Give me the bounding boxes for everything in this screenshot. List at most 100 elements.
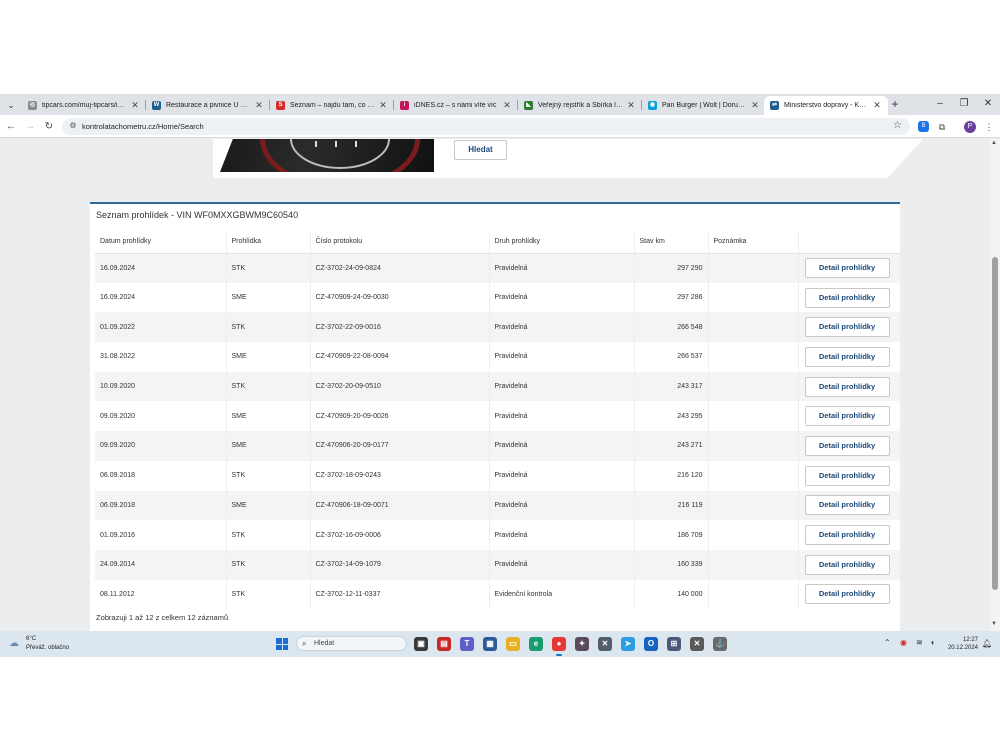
detail-button[interactable]: Detail prohlídky [804,435,890,456]
search-icon: ⌕ [302,639,307,648]
table-row: 16.09.2024 SME CZ-470909-24-09-0030 Pravide… [95,282,901,313]
cell-protocol: CZ-3702-16-09-0006 [310,520,490,550]
profile-avatar[interactable]: P [964,121,976,133]
cell-date: 08.11.2012 [95,579,227,610]
store-icon[interactable]: ▦ [483,637,497,651]
close-icon[interactable]: ✕ [254,100,264,111]
detail-button[interactable]: Detail prohlídky [804,584,890,605]
cell-action: Detail prohlídky [798,579,901,610]
scroll-down-icon[interactable]: ▼ [991,621,997,627]
detail-button[interactable]: Detail prohlídky [804,406,890,427]
plus-icon[interactable]: + [888,97,902,111]
detail-button[interactable]: Detail prohlídky [804,376,890,397]
cell-inspection: SME [226,490,311,521]
edge-icon[interactable]: e [529,637,543,651]
detail-button[interactable]: Detail prohlídky [804,525,890,546]
search-button[interactable]: Hledat [454,140,507,160]
cell-inspection: STK [226,460,311,491]
minimize-icon[interactable]: – [930,97,950,111]
cell-protocol: CZ-470909-24-09-0030 [310,282,490,313]
cell-inspection: SME [226,401,311,432]
app-icon-3[interactable]: ✕ [690,637,704,651]
windows-start-icon[interactable] [276,638,288,650]
column-header-km[interactable]: Stav km [634,231,709,254]
cell-protocol: CZ-3702-20-09-0510 [310,371,490,402]
cell-inspection: STK [226,579,311,610]
chrome-icon[interactable]: ● [552,637,566,656]
column-header-note[interactable]: Poznámka [708,231,799,254]
cell-inspection: SME [226,431,311,461]
telegram-icon[interactable]: ➤ [621,637,635,651]
extension-icon[interactable]: B [918,121,929,132]
taskbar-search[interactable]: ⌕ Hledat [296,636,407,651]
app-icon-1[interactable]: ✕ [598,637,612,651]
wifi-icon[interactable]: ≋ [916,638,923,647]
cell-note [708,401,799,432]
close-icon[interactable]: ✕ [626,100,636,111]
kebab-menu-icon[interactable]: ⋮ [982,120,996,134]
teams-icon[interactable]: T [460,637,474,651]
table-row: 01.09.2022 STK CZ-3702-22-09-0016 Pravideln… [95,312,901,343]
clock[interactable]: 12:27 20.12.2024 [944,636,978,652]
close-icon[interactable]: ✕ [872,100,882,111]
table-row: 06.09.2018 STK CZ-3702-18-09-0243 Pravideln… [95,460,901,491]
browser-tab[interactable]: ◎ tipcars.com/muj-tipcars/inzer ✕ [22,96,146,115]
app-icon-4[interactable]: ⚓ [713,637,727,651]
detail-button[interactable]: Detail prohlídky [804,317,890,338]
detail-button[interactable]: Detail prohlídky [804,465,890,486]
chevron-up-icon[interactable]: ⌃ [884,638,891,647]
address-bar[interactable]: ⚙ kontrolatachometru.cz/Home/Search ☆ [62,118,910,135]
app-icon-2[interactable]: ⊞ [667,637,681,651]
task-view-icon[interactable]: ▣ [414,637,428,651]
security-icon[interactable]: ◉ [900,638,907,647]
close-window-icon[interactable]: ✕ [978,97,998,111]
file-explorer-icon[interactable]: ▭ [506,637,520,651]
cell-km: 140 000 [634,579,709,610]
close-icon[interactable]: ✕ [502,100,512,111]
volume-icon[interactable]: ◖ [930,638,935,647]
chevron-down-icon[interactable]: ⌄ [4,98,18,112]
column-header-inspection[interactable]: Prohlídka [226,231,311,254]
detail-button[interactable]: Detail prohlídky [804,554,890,575]
browser-tab[interactable]: i iDNES.cz – s námi víte víc ✕ [394,96,518,115]
star-icon[interactable]: ☆ [893,120,902,132]
scroll-up-icon[interactable]: ▲ [991,140,997,146]
cell-protocol: CZ-3702-18-09-0243 [310,460,490,491]
scrollbar[interactable]: ▲ ▼ [990,139,1000,631]
cell-action: Detail prohlídky [798,312,901,343]
cell-km: 243 295 [634,401,709,432]
tab-title: Restaurace a pivnice U Hudečk [166,102,251,109]
table-row: 31.08.2022 SME CZ-470909-22-08-0094 Pravide… [95,342,901,372]
url-text[interactable]: kontrolatachometru.cz/Home/Search [82,121,204,132]
arrow-right-icon[interactable]: → [23,120,37,134]
detail-button[interactable]: Detail prohlídky [804,258,890,279]
column-header-date[interactable]: Datum prohlídky [95,231,227,254]
arrow-left-icon[interactable]: ← [4,120,18,134]
browser-tab[interactable]: ◣ Veřejný rejstřík a Sbírka listin ✕ [518,96,642,115]
search-hero: Hledat [0,139,990,178]
close-icon[interactable]: ✕ [378,100,388,111]
pdf-app-icon[interactable]: ▤ [437,637,451,651]
outlook-icon[interactable]: O [644,637,658,651]
detail-button[interactable]: Detail prohlídky [804,346,890,367]
detail-button[interactable]: Detail prohlídky [804,287,890,308]
cell-inspection: SME [226,282,311,313]
browser-tab[interactable]: S Seznam – najdu tam, co nezná✕ [270,96,394,115]
browser-tab[interactable]: ⇌ Ministerstvo dopravy - Kontrol ✕ [764,96,888,115]
notification-bell-icon[interactable]: 🔔︎ [982,639,992,648]
close-icon[interactable]: ✕ [750,100,760,111]
cloud-icon: ☁ [9,638,19,649]
browser-tab[interactable]: ◉ Pan Burger | Wolt | Doručení | ✕ [642,96,766,115]
maximize-icon[interactable]: ❐ [954,97,974,111]
close-icon[interactable]: ✕ [130,100,140,111]
screen: ⌄ ◎ tipcars.com/muj-tipcars/inzer ✕ W Restau… [0,94,1000,657]
game-app-icon[interactable]: ✦ [575,637,589,651]
column-header-protocol[interactable]: Číslo protokolu [310,231,490,254]
column-header-kind[interactable]: Druh prohlídky [489,231,635,254]
puzzle-icon[interactable]: ⧉ [935,120,949,134]
reload-icon[interactable]: ↻ [42,120,56,134]
detail-button[interactable]: Detail prohlídky [804,495,890,516]
site-info-icon[interactable]: ⚙ [68,121,78,131]
scrollbar-thumb[interactable] [992,257,998,590]
browser-tab[interactable]: W Restaurace a pivnice U Hudečk✕ [146,96,270,115]
